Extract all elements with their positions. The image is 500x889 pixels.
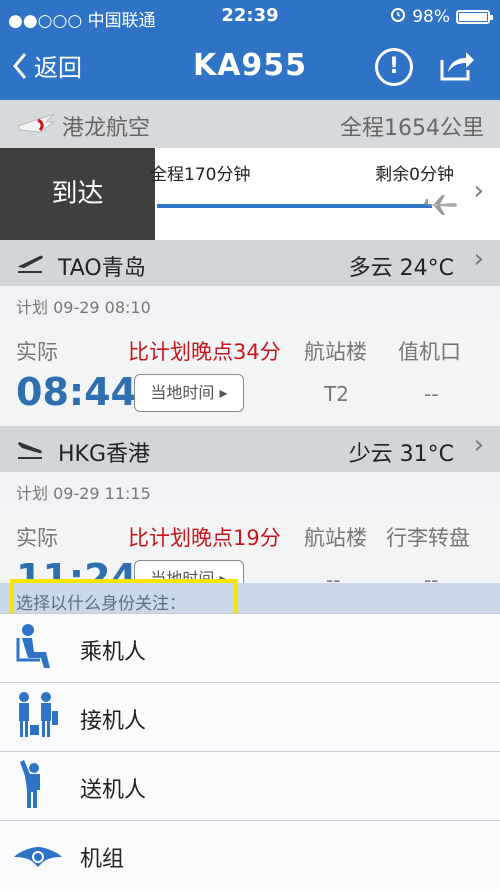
nav-bar: 返回 KA955 ! — [0, 34, 500, 100]
flight-progress-bar — [157, 204, 432, 208]
flight-number-title: KA955 — [192, 48, 308, 83]
alarm-icon — [390, 6, 406, 27]
chevron-right-icon: › — [473, 430, 484, 460]
crew-wings-icon — [14, 829, 62, 883]
seated-passenger-icon — [14, 622, 60, 676]
departure-city-row[interactable]: TAO青岛 多云 24°C › — [0, 240, 500, 286]
battery-percent: 98% — [412, 6, 450, 27]
departure-detail: 实际 比计划晚点34分 航站楼 值机口 08:44 当地时间 ▸ T2 -- — [0, 322, 500, 426]
arrival-detail: 实际 比计划晚点19分 航站楼 行李转盘 11:24 当地时间 ▸ -- -- — [0, 508, 500, 583]
departure-delay: 比计划晚点34分 — [128, 340, 281, 364]
takeoff-icon — [16, 250, 44, 280]
airline-row: 港龙航空 全程1654公里 — [0, 100, 500, 148]
status-right: 98% — [390, 6, 493, 27]
terminal-label: 航站楼 — [304, 340, 367, 364]
total-distance: 全程1654公里 — [340, 116, 484, 141]
status-bar: ●●○○○ 中国联通 22:39 98% — [0, 0, 500, 34]
option-seer-off[interactable]: 送机人 — [0, 751, 500, 820]
baggage-carousel-value: -- — [424, 568, 439, 583]
terminal-value: T2 — [324, 382, 349, 406]
option-label: 乘机人 — [80, 640, 147, 665]
local-time-button[interactable]: 当地时间 ▸ — [134, 374, 244, 412]
arrival-delay: 比计划晚点19分 — [128, 526, 281, 550]
battery-icon — [456, 9, 493, 24]
airline-logo-icon — [16, 110, 56, 144]
checkin-counter-label: 值机口 — [398, 340, 461, 364]
flight-state-badge: 到达 — [0, 148, 155, 240]
local-time-label: 当地时间 — [150, 383, 215, 402]
option-passenger[interactable]: 乘机人 — [0, 613, 500, 682]
option-greeter[interactable]: 接机人 — [0, 682, 500, 751]
waving-person-icon — [14, 760, 60, 814]
greeter-icon — [14, 691, 60, 745]
terminal-value: -- — [326, 568, 341, 583]
chevron-right-icon: › — [473, 244, 484, 274]
actual-label: 实际 — [16, 526, 58, 550]
option-label: 机组 — [80, 847, 125, 872]
landing-icon — [16, 436, 44, 466]
chevron-right-icon: › — [473, 176, 484, 206]
highlight-box — [10, 579, 238, 617]
arrival-planned-row: 计划 09-29 11:15 — [0, 472, 500, 509]
arrival-city: HKG香港 — [58, 442, 151, 467]
option-label: 送机人 — [80, 778, 147, 803]
departure-planned-row: 计划 09-29 08:10 — [0, 286, 500, 323]
arrival-planned-time: 计划 09-29 11:15 — [16, 484, 151, 503]
departure-actual-time: 08:44 — [16, 370, 137, 414]
baggage-carousel-label: 行李转盘 — [386, 526, 470, 550]
remaining-time: 剩余0分钟 — [375, 165, 454, 185]
arrival-city-row[interactable]: HKG香港 少云 31°C › — [0, 426, 500, 472]
terminal-label: 航站楼 — [304, 526, 367, 550]
airline-name: 港龙航空 — [62, 116, 151, 141]
checkin-counter-value: -- — [424, 382, 439, 406]
airplane-icon — [420, 193, 458, 221]
option-label: 接机人 — [80, 709, 147, 734]
alert-info-icon[interactable]: ! — [375, 48, 413, 86]
departure-city: TAO青岛 — [58, 256, 146, 281]
actual-label: 实际 — [16, 340, 58, 364]
total-duration: 全程170分钟 — [150, 165, 251, 185]
option-crew[interactable]: 机组 — [0, 820, 500, 889]
departure-weather: 多云 24°C — [348, 256, 454, 281]
departure-planned-time: 计划 09-29 08:10 — [16, 298, 151, 317]
share-icon[interactable] — [438, 48, 476, 86]
arrival-weather: 少云 31°C — [348, 442, 454, 467]
